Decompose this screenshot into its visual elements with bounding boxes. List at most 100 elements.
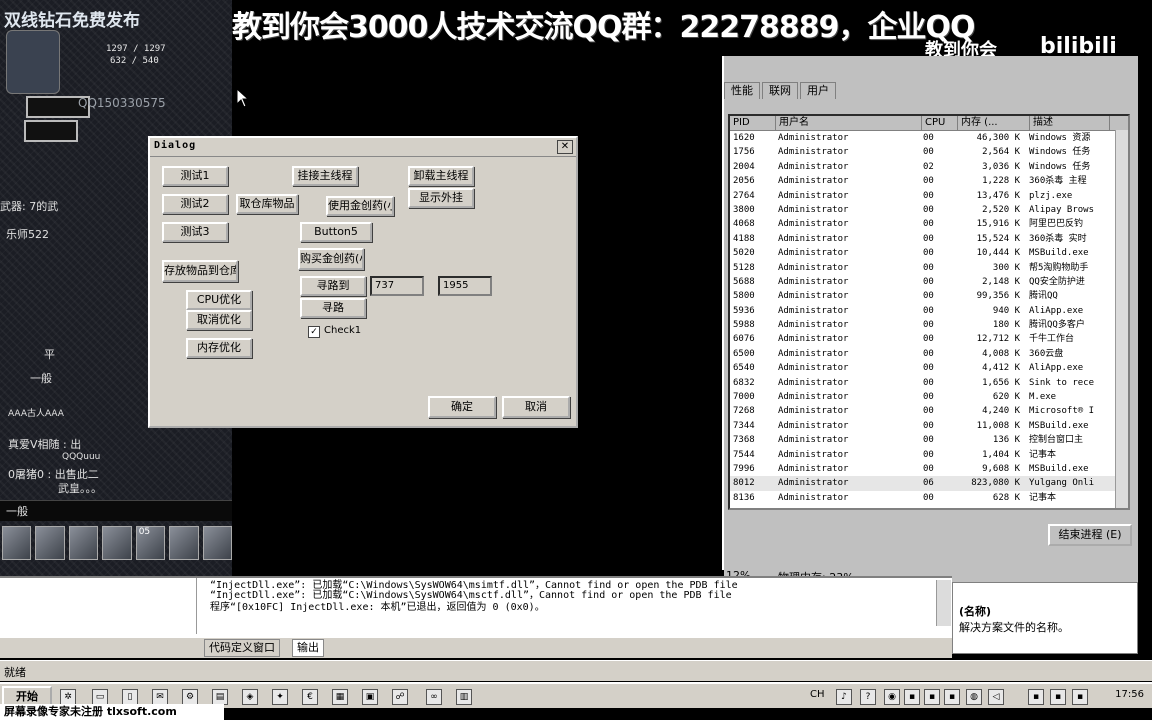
quicklaunch-icon[interactable]: ✦	[272, 689, 288, 705]
goto-path-button[interactable]: 寻路到	[300, 276, 366, 296]
table-row[interactable]: 2056 Administrator 00 1,228 K 360杀毒 主程	[730, 174, 1128, 188]
table-row[interactable]: 8136 Administrator 00 628 K 记事本	[730, 491, 1128, 505]
tab-performance[interactable]: 性能	[724, 82, 760, 99]
table-row[interactable]: 2764 Administrator 00 13,476 K plzj.exe	[730, 189, 1128, 203]
tray-icon[interactable]: ▪	[1050, 689, 1066, 705]
use-potion-button[interactable]: 使用金创药(小	[326, 196, 394, 216]
volume-icon[interactable]: ◁	[988, 689, 1004, 705]
table-row[interactable]: 5800 Administrator 00 99,356 K 腾讯QQ	[730, 289, 1128, 303]
game-button-frame-2[interactable]	[24, 120, 78, 142]
quicklaunch-icon[interactable]: ☍	[392, 689, 408, 705]
skill-slot-icon[interactable]	[35, 526, 65, 560]
table-row[interactable]: 5128 Administrator 00 300 K 帮5淘购物助手	[730, 261, 1128, 275]
table-row[interactable]: 7344 Administrator 00 11,008 K MSBuild.exe	[730, 419, 1128, 433]
tray-icon[interactable]: ▪	[944, 689, 960, 705]
quicklaunch-icon[interactable]: ▦	[332, 689, 348, 705]
tray-icon[interactable]: ▪	[904, 689, 920, 705]
table-row[interactable]: 6500 Administrator 00 4,008 K 360云盘	[730, 347, 1128, 361]
quicklaunch-icon[interactable]: ∞	[426, 689, 442, 705]
cancel-button[interactable]: 取消	[502, 396, 570, 418]
coord-x-input[interactable]: 737	[370, 276, 424, 296]
memory-optimize-button[interactable]: 内存优化	[186, 338, 252, 358]
quicklaunch-icon[interactable]: ▥	[456, 689, 472, 705]
skill-slot-icon[interactable]	[2, 526, 32, 560]
dialog-titlebar[interactable]: Dialog ✕	[150, 138, 576, 157]
table-row[interactable]: 5988 Administrator 00 180 K 腾讯QQ多客户	[730, 318, 1128, 332]
table-row[interactable]: 8012 Administrator 06 823,080 K Yulgang Onli	[730, 476, 1128, 491]
table-row[interactable]: 5020 Administrator 00 10,444 K MSBuild.exe	[730, 246, 1128, 260]
column-description[interactable]: 描述	[1030, 116, 1110, 130]
table-row[interactable]: 2004 Administrator 02 3,036 K Windows 任务	[730, 160, 1128, 174]
show-cheat-button[interactable]: 显示外挂	[408, 188, 474, 208]
tab-code-definition[interactable]: 代码定义窗口	[204, 639, 280, 657]
pathfind-button[interactable]: 寻路	[300, 298, 366, 318]
table-row[interactable]: 7996 Administrator 00 9,608 K MSBuild.exe	[730, 462, 1128, 476]
table-row[interactable]: 5936 Administrator 00 940 K AliApp.exe	[730, 304, 1128, 318]
language-indicator[interactable]: CH	[810, 689, 825, 700]
quicklaunch-icon[interactable]: ✉	[152, 689, 168, 705]
chat-input[interactable]: 一般	[0, 500, 232, 521]
tray-icon[interactable]: ♪	[836, 689, 852, 705]
table-row[interactable]: 6832 Administrator 00 1,656 K Sink to rece	[730, 376, 1128, 390]
column-username[interactable]: 用户名	[776, 116, 922, 130]
quicklaunch-icon[interactable]: ▯	[122, 689, 138, 705]
test1-button[interactable]: 测试1	[162, 166, 228, 186]
button5[interactable]: Button5	[300, 222, 372, 242]
tab-network[interactable]: 联网	[762, 82, 798, 99]
table-row[interactable]: 6540 Administrator 00 4,412 K AliApp.exe	[730, 361, 1128, 375]
quicklaunch-icon[interactable]: €	[302, 689, 318, 705]
test3-button[interactable]: 测试3	[162, 222, 228, 242]
table-row[interactable]: 1620 Administrator 00 46,300 K Windows 资源	[730, 131, 1128, 145]
tray-icon[interactable]: ▪	[1028, 689, 1044, 705]
coord-y-input[interactable]: 1955	[438, 276, 492, 296]
table-row[interactable]: 4188 Administrator 00 15,524 K 360杀毒 实时	[730, 232, 1128, 246]
tray-icon[interactable]: ◉	[884, 689, 900, 705]
process-list[interactable]: PID 用户名 CPU 内存 (... 描述 1620 Administrator…	[728, 114, 1130, 510]
column-cpu[interactable]: CPU	[922, 116, 958, 130]
skill-slot-icon[interactable]	[68, 526, 99, 560]
quicklaunch-icon[interactable]: ⚙	[182, 689, 198, 705]
table-row[interactable]: 4068 Administrator 00 15,916 K 阿里巴巴反钓	[730, 217, 1128, 231]
hook-main-thread-button[interactable]: 挂接主线程	[292, 166, 358, 186]
tray-icon[interactable]: ?	[860, 689, 876, 705]
table-row[interactable]: 7544 Administrator 00 1,404 K 记事本	[730, 448, 1128, 462]
test2-button[interactable]: 测试2	[162, 194, 228, 214]
ok-button[interactable]: 确定	[428, 396, 496, 418]
table-row[interactable]: 7368 Administrator 00 136 K 控制台窗口主	[730, 433, 1128, 447]
tab-output[interactable]: 输出	[292, 639, 324, 657]
unload-main-thread-button[interactable]: 卸载主线程	[408, 166, 474, 186]
close-icon[interactable]: ✕	[557, 140, 573, 154]
output-scrollbar[interactable]	[936, 580, 951, 626]
table-row[interactable]: 5688 Administrator 00 2,148 K QQ安全防护进	[730, 275, 1128, 289]
tray-icon[interactable]: ◍	[966, 689, 982, 705]
quicklaunch-icon[interactable]: ▤	[212, 689, 228, 705]
buy-potion-button[interactable]: 购买金创药(小	[298, 248, 364, 270]
column-memory[interactable]: 内存 (...	[958, 116, 1030, 130]
take-warehouse-item-button[interactable]: 取仓库物品	[236, 194, 298, 214]
table-row[interactable]: 7000 Administrator 00 620 K M.exe	[730, 390, 1128, 404]
chat-channel[interactable]: 一般	[30, 370, 52, 386]
tab-users[interactable]: 用户	[800, 82, 836, 99]
store-item-button[interactable]: 存放物品到仓库	[162, 260, 238, 282]
skill-slot-icon[interactable]	[202, 526, 232, 560]
end-process-button[interactable]: 结束进程 (E)	[1048, 524, 1132, 546]
process-list-scrollbar[interactable]	[1115, 130, 1128, 508]
quicklaunch-icon[interactable]: ✲	[60, 689, 76, 705]
skill-slot-icon[interactable]	[102, 526, 132, 560]
column-pid[interactable]: PID	[730, 116, 776, 130]
potion-slot-icon[interactable]: 05	[135, 526, 166, 560]
table-row[interactable]: 6076 Administrator 00 12,712 K 千牛工作台	[730, 332, 1128, 346]
quicklaunch-icon[interactable]: ▭	[92, 689, 108, 705]
cancel-optimize-button[interactable]: 取消优化	[186, 310, 252, 330]
table-row[interactable]: 3800 Administrator 00 2,520 K Alipay Brows	[730, 203, 1128, 217]
skill-slot-icon[interactable]	[169, 526, 199, 560]
tray-icon[interactable]: ▪	[1072, 689, 1088, 705]
quicklaunch-icon[interactable]: ◈	[242, 689, 258, 705]
tray-icon[interactable]: ▪	[924, 689, 940, 705]
table-row[interactable]: 7268 Administrator 00 4,240 K Microsoft® I	[730, 404, 1128, 418]
cpu-optimize-button[interactable]: CPU优化	[186, 290, 252, 310]
quicklaunch-icon[interactable]: ▣	[362, 689, 378, 705]
check1-checkbox[interactable]: ✓	[308, 326, 320, 338]
clock[interactable]: 17:56	[1115, 689, 1144, 700]
table-row[interactable]: 1756 Administrator 00 2,564 K Windows 任务	[730, 145, 1128, 159]
